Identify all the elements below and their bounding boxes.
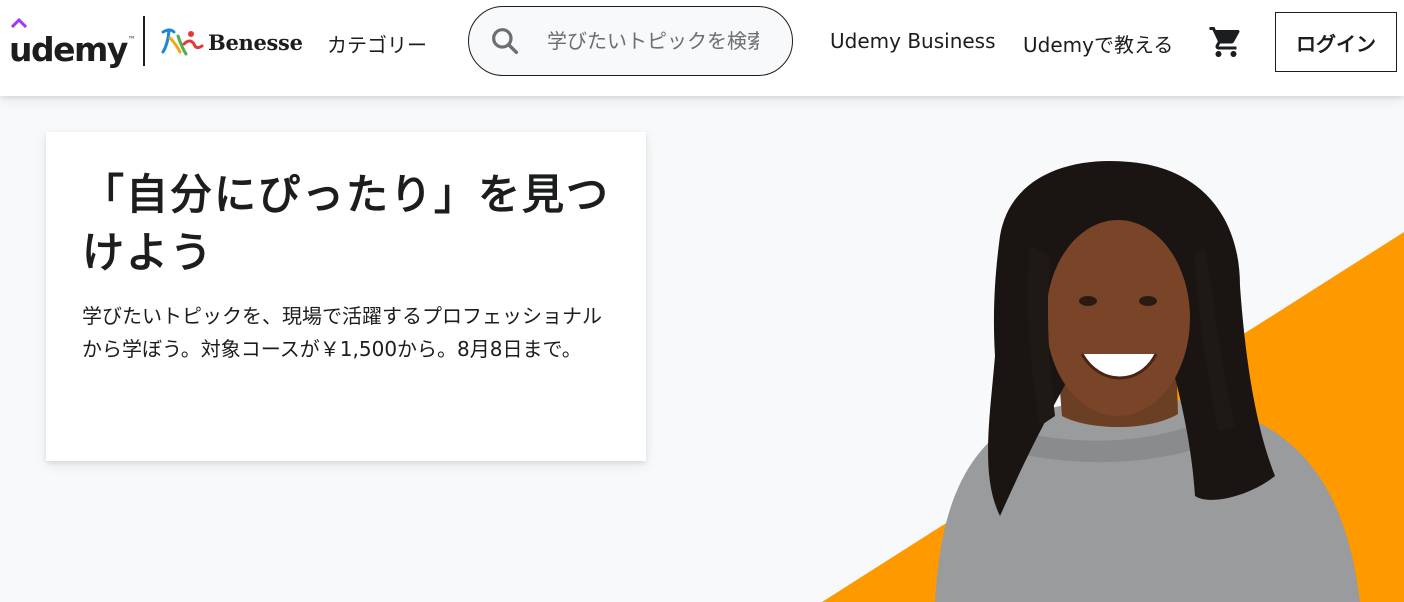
udemy-business-link[interactable]: Udemy Business: [830, 29, 996, 53]
search-icon[interactable]: [489, 25, 521, 57]
udemy-logo[interactable]: udemy ™: [9, 18, 136, 69]
search-input[interactable]: [547, 29, 759, 53]
udemy-wordmark: udemy: [9, 30, 128, 69]
trademark-symbol: ™: [127, 35, 136, 44]
hero-banner: 「自分にぴったり」を見つけよう 学びたいトピックを、現場で活躍するプロフェッショ…: [0, 96, 1404, 602]
benesse-mark-icon: [161, 28, 204, 56]
hero-card: 「自分にぴったり」を見つけよう 学びたいトピックを、現場で活躍するプロフェッショ…: [46, 132, 646, 461]
cart-icon[interactable]: [1208, 24, 1244, 60]
teach-on-udemy-link[interactable]: Udemyで教える: [1023, 29, 1173, 58]
login-button[interactable]: ログイン: [1275, 12, 1397, 72]
logo-divider: [143, 16, 145, 66]
benesse-logo[interactable]: Benesse: [160, 24, 303, 60]
benesse-wordmark: Benesse: [208, 29, 303, 55]
search-bar[interactable]: [468, 6, 793, 76]
categories-menu[interactable]: カテゴリー: [327, 29, 427, 58]
hero-description: 学びたいトピックを、現場で活躍するプロフェッショナルから学ぼう。対象コースが￥1…: [82, 304, 602, 361]
udemy-hat-icon: [11, 18, 27, 28]
site-header: udemy ™ Benesse カテゴリー Udemy Business Ude…: [0, 0, 1404, 96]
hero-title: 「自分にぴったり」を見つけよう: [82, 170, 611, 277]
